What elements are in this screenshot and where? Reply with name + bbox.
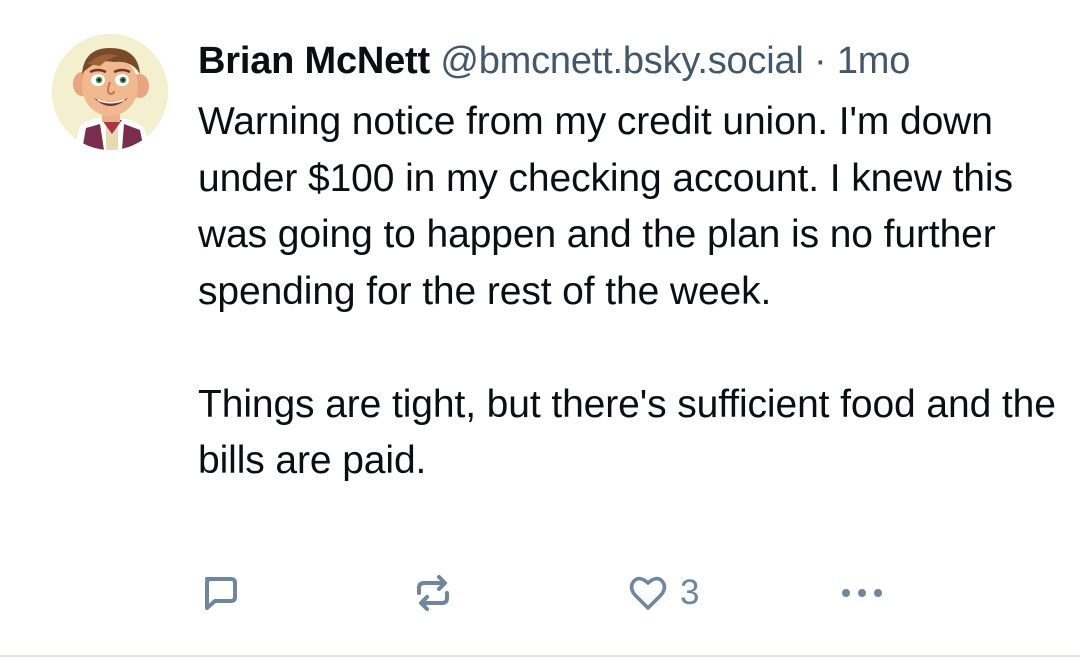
repost-button[interactable] — [411, 570, 455, 616]
author-handle[interactable]: @bmcnett.bsky.social — [440, 40, 804, 82]
post-card[interactable]: Brian McNett @bmcnett.bsky.social · 1mo … — [0, 0, 1080, 655]
author-avatar[interactable] — [52, 34, 168, 150]
ellipsis-icon — [842, 589, 882, 597]
post-paragraph: Things are tight, but there's sufficient… — [198, 382, 1056, 483]
post-text: Warning notice from my credit union. I'm… — [198, 94, 1058, 490]
heart-outline-icon — [629, 576, 667, 610]
speech-bubble-icon — [205, 577, 237, 610]
separator-dot: · — [814, 40, 827, 82]
post-header: Brian McNett @bmcnett.bsky.social · 1mo — [198, 38, 910, 84]
post-divider — [0, 655, 1080, 657]
post-timestamp[interactable]: 1mo — [837, 40, 911, 82]
post-actions: 3 — [198, 570, 898, 616]
cartoon-portrait-icon — [52, 34, 168, 150]
repost-arrows-icon — [417, 575, 449, 611]
like-count: 3 — [680, 573, 700, 612]
like-button[interactable]: 3 — [626, 570, 699, 616]
author-name[interactable]: Brian McNett — [198, 40, 430, 82]
reply-button[interactable] — [198, 570, 240, 616]
post-paragraph: Warning notice from my credit union. I'm… — [198, 100, 1013, 313]
more-options-button[interactable] — [838, 570, 886, 616]
